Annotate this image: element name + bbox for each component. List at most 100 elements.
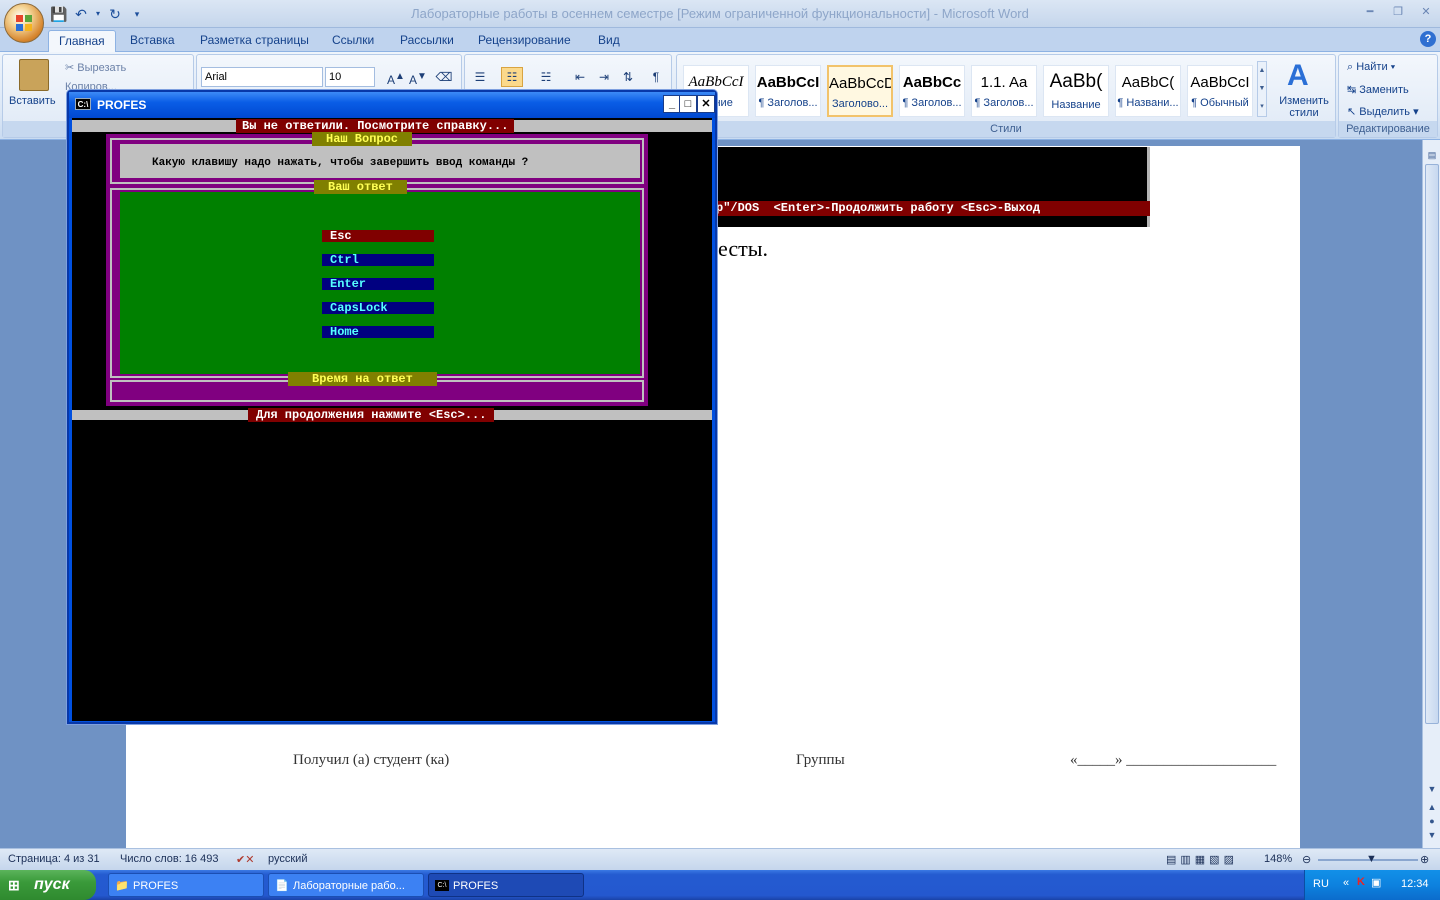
- cut-button[interactable]: ✂ Вырезать: [65, 61, 126, 74]
- editing-group: ⌕ Найти ▾ ↹ Заменить ↖ Выделить ▾ Редакт…: [1338, 54, 1438, 138]
- style-name: Название: [1051, 99, 1101, 111]
- style-4[interactable]: 1.1. Aa ¶ Заголов...: [971, 65, 1037, 117]
- style-3[interactable]: AaBbCc ¶ Заголов...: [899, 65, 965, 117]
- clear-format-icon[interactable]: ⌫: [433, 67, 455, 87]
- ruler-toggle-icon[interactable]: ▤: [1425, 148, 1439, 162]
- office-button[interactable]: [4, 3, 44, 43]
- antivirus-icon[interactable]: K: [1357, 876, 1365, 888]
- style-name: ¶ Заголов...: [974, 97, 1034, 109]
- answer-option[interactable]: Home: [322, 326, 434, 338]
- next-page-icon[interactable]: ▼: [1425, 828, 1439, 842]
- style-name: Заголово...: [831, 98, 889, 110]
- answer-option[interactable]: Enter: [322, 278, 434, 290]
- system-tray: RU « K ▣ 12:34: [1304, 870, 1440, 900]
- grow-font-icon[interactable]: A▲: [385, 67, 407, 87]
- tray-expand-icon[interactable]: «: [1343, 877, 1349, 889]
- page-indicator[interactable]: Страница: 4 из 31: [8, 853, 100, 865]
- view-buttons-icon[interactable]: ▤▥▦▧▨: [1166, 853, 1238, 866]
- shrink-font-icon[interactable]: A▼: [407, 67, 429, 87]
- paste-icon[interactable]: [19, 59, 49, 91]
- replace-button[interactable]: ↹ Заменить: [1347, 83, 1409, 96]
- language-bar[interactable]: RU: [1313, 878, 1329, 890]
- tab-review[interactable]: Рецензирование: [468, 30, 581, 52]
- task-profes-console[interactable]: C:\ PROFES: [428, 873, 584, 897]
- tab-home[interactable]: Главная: [48, 30, 116, 52]
- scroll-down-icon[interactable]: ▼: [1425, 782, 1439, 796]
- cursor-icon: ↖: [1347, 106, 1360, 118]
- prev-page-icon[interactable]: ▲: [1425, 800, 1439, 814]
- vertical-scrollbar[interactable]: ▤ ▼ ▲ ● ▼: [1422, 140, 1440, 848]
- minimize-icon[interactable]: ━: [1360, 4, 1380, 20]
- profes-maximize-icon[interactable]: □: [679, 95, 697, 113]
- answer-option[interactable]: CapsLock: [322, 302, 434, 314]
- zoom-in-icon[interactable]: ⊕: [1420, 853, 1429, 866]
- start-label: пуск: [34, 876, 70, 893]
- replace-label: Заменить: [1359, 84, 1409, 96]
- style-sample: AaBbCcI: [756, 74, 820, 91]
- document-text-tests: есты.: [718, 236, 768, 262]
- office-logo-icon: [16, 15, 32, 31]
- question-header: Наш Вопрос: [312, 132, 413, 146]
- tab-insert[interactable]: Вставка: [120, 30, 185, 52]
- proofing-icon[interactable]: ✔✕: [236, 853, 254, 866]
- find-button[interactable]: ⌕ Найти ▾: [1347, 61, 1395, 74]
- paste-button[interactable]: Вставить: [9, 95, 56, 107]
- style-7[interactable]: AaBbCcI ¶ Обычный: [1187, 65, 1253, 117]
- answer-option[interactable]: Esc: [322, 230, 434, 242]
- title-bar: 💾 ↶ ▾ ↻ ▾ Лабораторные работы в осеннем …: [0, 0, 1440, 28]
- profes-close-icon[interactable]: ✕: [697, 95, 715, 113]
- numbering-icon[interactable]: ☷: [501, 67, 523, 87]
- style-name: ¶ Названи...: [1117, 97, 1179, 109]
- style-6[interactable]: AaBbC(¶ Названи...: [1115, 65, 1181, 117]
- folder-icon: 📁: [115, 880, 129, 892]
- task-label: Лабораторные рабо...: [293, 880, 405, 892]
- clock[interactable]: 12:34: [1401, 878, 1429, 890]
- zoom-level[interactable]: 148%: [1264, 853, 1292, 865]
- task-word-document[interactable]: 📄 Лабораторные рабо...: [268, 873, 424, 897]
- replace-icon: ↹: [1347, 84, 1360, 96]
- style-sample: AaBbCcI: [1190, 74, 1250, 91]
- sort-icon[interactable]: ⇅: [617, 67, 639, 87]
- zoom-out-icon[interactable]: ⊖: [1302, 853, 1311, 866]
- gallery-scroll[interactable]: ▲ ▼ ▾: [1257, 61, 1267, 117]
- task-profes-folder[interactable]: 📁 PROFES: [108, 873, 264, 897]
- bullets-icon[interactable]: ☰: [469, 67, 491, 87]
- style-1[interactable]: AaBbCcI ¶ Заголов...: [755, 65, 821, 117]
- font-size-field[interactable]: 10: [325, 67, 375, 87]
- tab-view[interactable]: Вид: [588, 30, 630, 52]
- font-name-field[interactable]: Arial: [201, 67, 323, 87]
- cut-label: Вырезать: [77, 62, 127, 74]
- close-icon[interactable]: ✕: [1416, 4, 1436, 20]
- tab-page-layout[interactable]: Разметка страницы: [190, 30, 319, 52]
- select-button[interactable]: ↖ Выделить ▾: [1347, 105, 1419, 118]
- change-styles-button[interactable]: Изменить стили: [1273, 95, 1335, 119]
- zoom-thumb-icon[interactable]: ▼: [1366, 853, 1377, 865]
- top-status-text: Вы не ответили. Посмотрите справку...: [236, 119, 515, 133]
- help-icon[interactable]: ?: [1420, 31, 1436, 47]
- answer-option[interactable]: Ctrl: [322, 254, 434, 266]
- maximize-icon[interactable]: ❐: [1388, 4, 1408, 20]
- scroll-thumb[interactable]: [1425, 164, 1439, 724]
- increase-indent-icon[interactable]: ⇥: [593, 67, 615, 87]
- tab-mailings[interactable]: Рассылки: [390, 30, 464, 52]
- console-icon: C:\: [75, 98, 91, 110]
- language-indicator[interactable]: русский: [268, 853, 307, 865]
- style-sample: AaBbCcI: [688, 74, 744, 90]
- tab-references[interactable]: Ссылки: [322, 30, 384, 52]
- word-count[interactable]: Число слов: 16 493: [120, 853, 218, 865]
- window-controls: ━ ❐ ✕: [1360, 4, 1436, 20]
- question-text: Какую клавишу надо нажать, чтобы заверши…: [152, 157, 529, 169]
- decrease-indent-icon[interactable]: ⇤: [569, 67, 591, 87]
- task-label: PROFES: [133, 880, 179, 892]
- style-sample: 1.1. Aa: [980, 74, 1028, 91]
- start-button[interactable]: ⊞ пуск: [0, 870, 96, 900]
- multilevel-list-icon[interactable]: ☵: [535, 67, 557, 87]
- style-sample: AaBb(: [1049, 71, 1103, 92]
- network-icon[interactable]: ▣: [1371, 876, 1381, 889]
- browse-object-icon[interactable]: ●: [1425, 814, 1439, 828]
- style-2[interactable]: AaBbCcD Заголово...: [827, 65, 893, 117]
- profes-title-bar[interactable]: C:\ PROFES _ □ ✕: [69, 92, 715, 118]
- show-marks-icon[interactable]: ¶: [645, 67, 667, 87]
- console-area[interactable]: Вы не ответили. Посмотрите справку... На…: [72, 118, 712, 721]
- style-5[interactable]: AaBb( Название: [1043, 65, 1109, 117]
